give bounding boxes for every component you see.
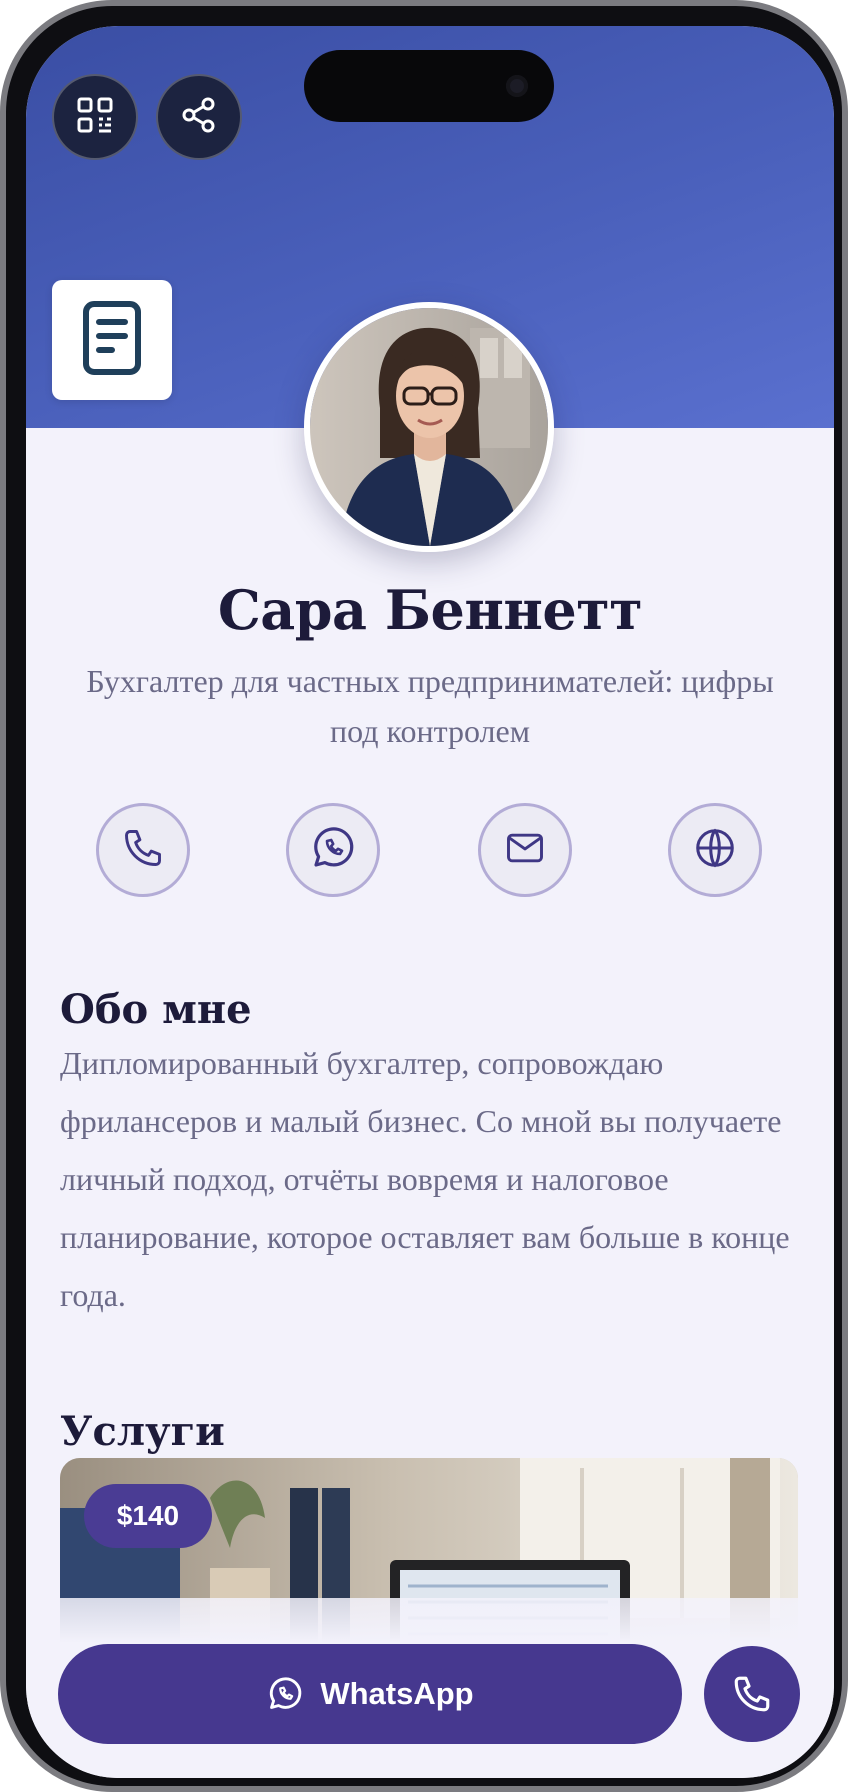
whatsapp-button-label: WhatsApp <box>320 1676 474 1711</box>
document-icon <box>82 300 142 381</box>
profile-name: Сара Беннетт <box>217 578 643 642</box>
share-icon <box>180 96 218 139</box>
profile-tagline: Бухгалтер для частных предпринимателей: … <box>86 663 774 749</box>
document-button[interactable] <box>52 280 172 400</box>
globe-icon <box>692 825 738 876</box>
contact-whatsapp-button[interactable] <box>286 803 380 897</box>
contact-website-button[interactable] <box>668 803 762 897</box>
about-text: Дипломированный бухгалтер, сопровождаю ф… <box>60 1045 790 1313</box>
services-title: Услуги <box>60 1408 225 1455</box>
contact-phone-button[interactable] <box>96 803 190 897</box>
share-button[interactable] <box>156 74 242 160</box>
whatsapp-icon <box>309 824 357 877</box>
phone-icon <box>121 826 165 875</box>
phone-icon <box>731 1673 773 1715</box>
whatsapp-button[interactable]: WhatsApp <box>58 1644 682 1744</box>
mail-icon <box>503 826 547 875</box>
qr-code-icon <box>76 96 114 139</box>
front-camera <box>506 75 528 97</box>
call-button[interactable] <box>704 1646 800 1742</box>
screen: Сара Беннетт Бухгалтер для частных предп… <box>26 26 834 1778</box>
dynamic-island <box>304 50 554 122</box>
service-price-badge: $140 <box>84 1484 212 1548</box>
contact-email-button[interactable] <box>478 803 572 897</box>
qr-code-button[interactable] <box>52 74 138 160</box>
avatar <box>304 302 554 552</box>
phone-frame: Сара Беннетт Бухгалтер для частных предп… <box>0 0 848 1792</box>
about-title: Обо мне <box>60 986 252 1033</box>
whatsapp-icon <box>266 1675 304 1713</box>
